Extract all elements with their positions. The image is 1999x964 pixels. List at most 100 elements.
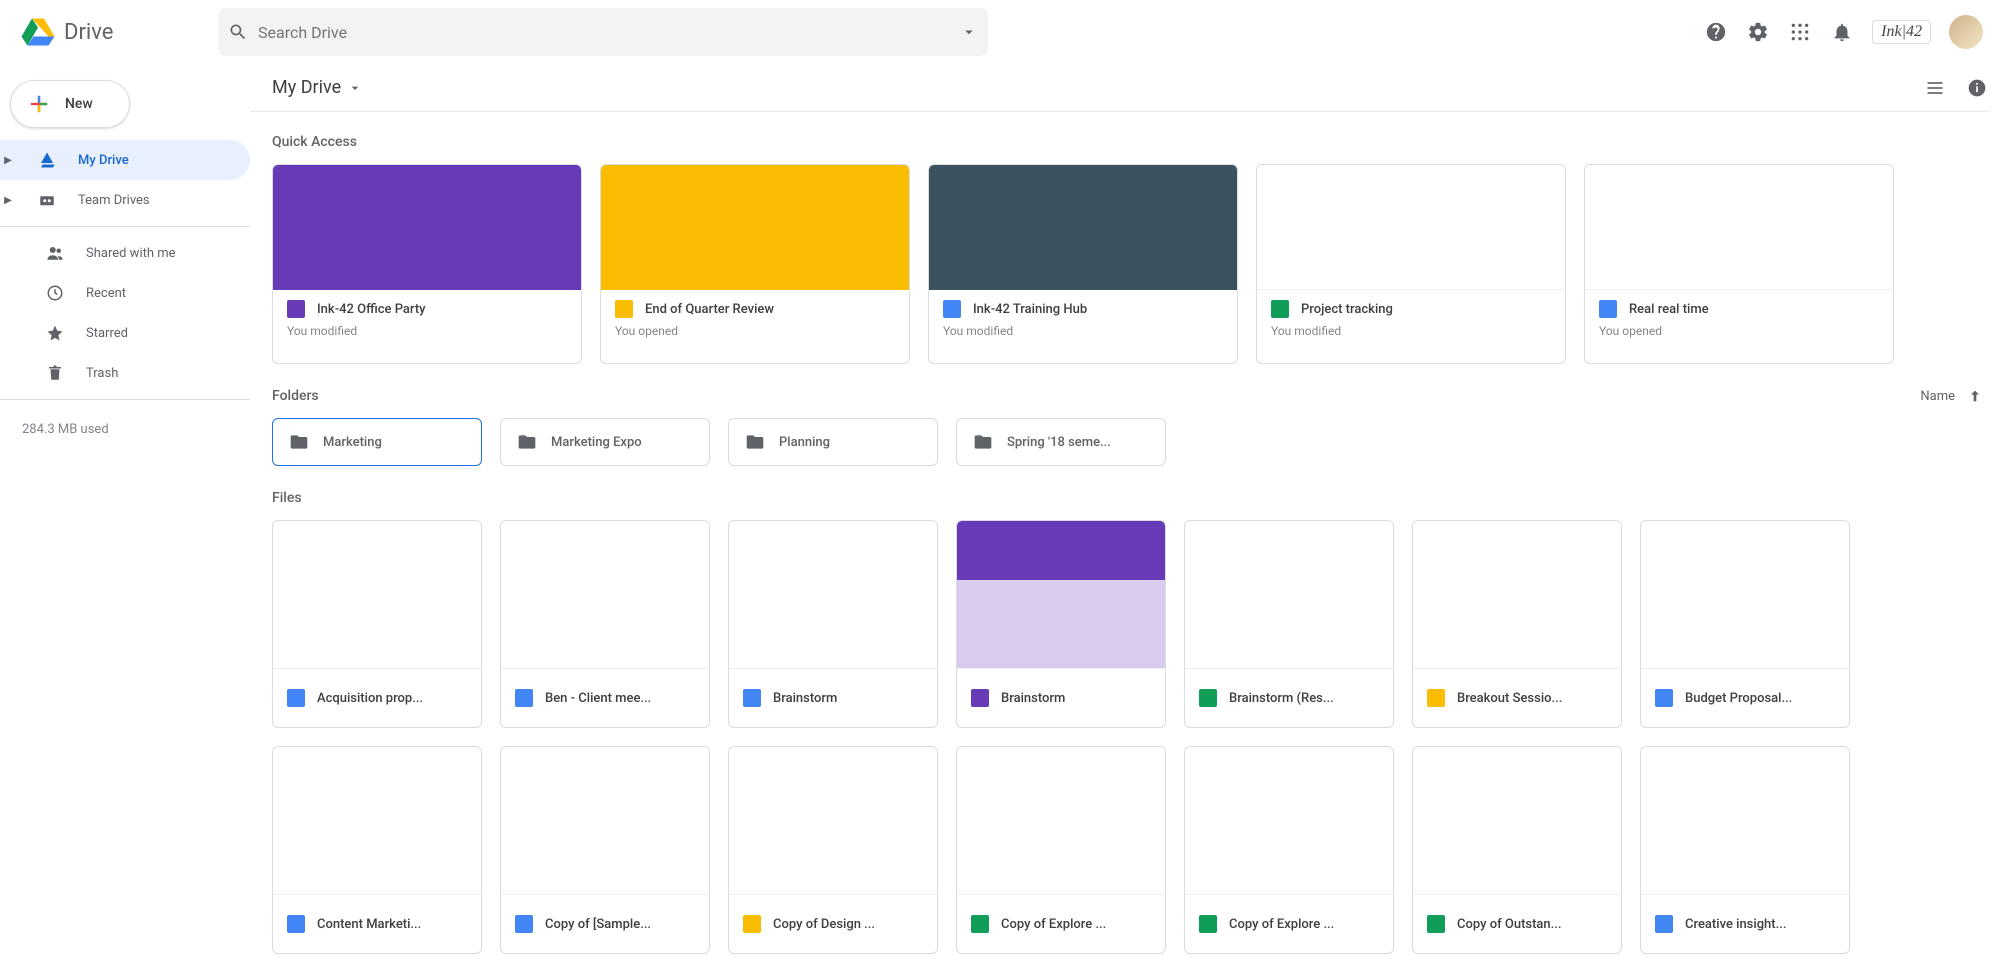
plus-icon [25,90,53,118]
sort-label: Name [1920,389,1955,404]
folder-item[interactable]: Planning [728,418,938,466]
nav-label: Trash [86,366,118,381]
location-dropdown[interactable]: My Drive [272,77,363,98]
drive-small-icon [36,151,58,169]
file-card[interactable]: Brainstorm [728,520,938,728]
thumbnail [601,165,909,290]
folder-icon [973,432,993,452]
thumbnail [1257,165,1565,290]
quick-access-card[interactable]: Real real time You opened [1584,164,1894,364]
nav-my-drive[interactable]: ▶ My Drive [0,140,250,180]
workspace-badge[interactable]: Ink|42 [1872,20,1931,44]
folder-icon [745,432,765,452]
docs-icon [1655,689,1673,707]
file-name: End of Quarter Review [645,302,774,317]
docs-icon [515,915,533,933]
search-bar[interactable] [218,8,988,56]
file-card[interactable]: Copy of Outstan... [1412,746,1622,954]
forms-icon [971,689,989,707]
clock-icon [44,284,66,302]
storage-used: 284.3 MB used [0,406,250,453]
nav-starred[interactable]: Starred [0,313,250,353]
nav-trash[interactable]: Trash [0,353,250,393]
team-drives-icon [36,191,58,209]
slides-icon [615,300,633,318]
file-card[interactable]: Brainstorm (Res... [1184,520,1394,728]
thumbnail [1185,747,1393,895]
trash-icon [44,364,66,382]
thumbnail [729,521,937,669]
docs-icon [743,689,761,707]
thumbnail [501,747,709,895]
nav-team-drives[interactable]: ▶ Team Drives [0,180,250,220]
list-view-icon[interactable] [1923,76,1947,100]
apps-grid-icon[interactable] [1788,20,1812,44]
thumbnail [273,521,481,669]
nav-label: My Drive [78,153,129,168]
nav-label: Starred [86,326,128,341]
header-actions: Ink|42 [1704,15,1987,49]
quick-access-card[interactable]: Ink-42 Office Party You modified [272,164,582,364]
folder-item[interactable]: Marketing Expo [500,418,710,466]
search-input[interactable] [258,23,950,42]
people-icon [44,244,66,262]
file-card[interactable]: Copy of [Sample... [500,746,710,954]
new-button[interactable]: New [10,80,130,128]
file-card[interactable]: Budget Proposal... [1640,520,1850,728]
file-card[interactable]: Copy of Design ... [728,746,938,954]
notifications-icon[interactable] [1830,20,1854,44]
thumbnail [273,747,481,895]
file-name: Acquisition prop... [317,691,423,706]
file-card[interactable]: Content Marketi... [272,746,482,954]
thumbnail [501,521,709,669]
slides-icon [743,915,761,933]
thumbnail [1413,521,1621,669]
file-name: Project tracking [1301,302,1393,317]
new-button-label: New [65,96,93,112]
brand[interactable]: Drive [12,14,202,50]
file-name: Budget Proposal... [1685,691,1792,706]
file-name: Copy of [Sample... [545,917,651,932]
search-icon [228,22,248,42]
quick-access-card[interactable]: End of Quarter Review You opened [600,164,910,364]
sheets-icon [971,915,989,933]
sheets-icon [1427,915,1445,933]
help-icon[interactable] [1704,20,1728,44]
quick-access-card[interactable]: Ink-42 Training Hub You modified [928,164,1238,364]
sort-control[interactable]: Name [1920,388,1989,404]
file-name: Ink-42 Training Hub [973,302,1087,317]
docs-icon [515,689,533,707]
folder-item[interactable]: Marketing [272,418,482,466]
thumbnail [1185,521,1393,669]
thumbnail [929,165,1237,290]
file-card[interactable]: Copy of Explore ... [956,746,1166,954]
folder-name: Spring '18 seme... [1007,435,1111,450]
file-card[interactable]: Creative insight... [1640,746,1850,954]
avatar[interactable] [1949,15,1983,49]
nav-recent[interactable]: Recent [0,273,250,313]
nav-label: Recent [86,286,126,301]
nav-label: Shared with me [86,246,176,261]
chevron-right-icon: ▶ [0,195,16,206]
details-icon[interactable] [1965,76,1989,100]
forms-icon [287,300,305,318]
titlebar: My Drive [250,64,1989,112]
file-card[interactable]: Copy of Explore ... [1184,746,1394,954]
settings-gear-icon[interactable] [1746,20,1770,44]
file-card[interactable]: Brainstorm [956,520,1166,728]
sheets-icon [1199,915,1217,933]
file-name: Real real time [1629,302,1709,317]
search-options-icon[interactable] [960,23,978,41]
file-card[interactable]: Acquisition prop... [272,520,482,728]
folder-item[interactable]: Spring '18 seme... [956,418,1166,466]
file-name: Copy of Design ... [773,917,875,932]
file-card[interactable]: Ben - Client mee... [500,520,710,728]
nav-shared[interactable]: Shared with me [0,233,250,273]
docs-icon [1655,915,1673,933]
sheets-icon [1271,300,1289,318]
file-card[interactable]: Breakout Sessio... [1412,520,1622,728]
quick-access-card[interactable]: Project tracking You modified [1256,164,1566,364]
brand-label: Drive [64,20,113,45]
folder-name: Marketing Expo [551,435,642,450]
thumbnail [273,165,581,290]
